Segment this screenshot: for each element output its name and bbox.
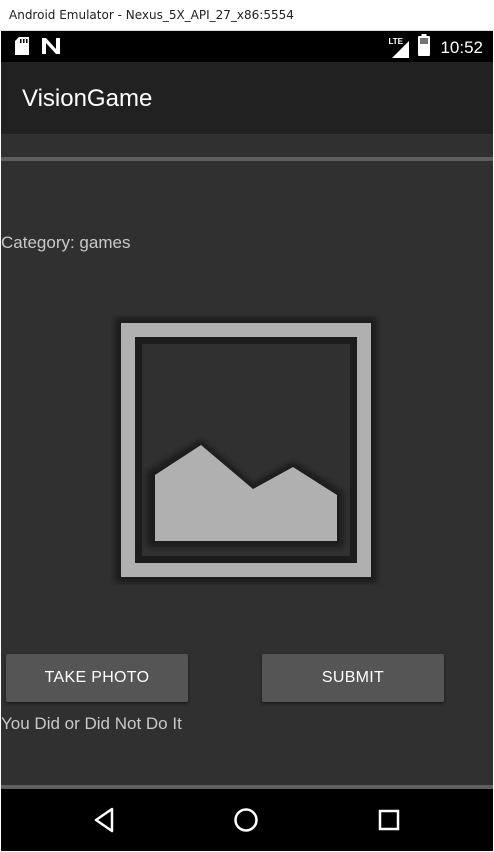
navigation-bar — [1, 789, 493, 851]
category-label: Category: games — [1, 233, 131, 252]
sd-card-icon — [15, 37, 29, 60]
back-icon[interactable] — [87, 803, 121, 837]
recents-icon[interactable] — [372, 803, 406, 837]
lte-signal-icon: LTE — [388, 37, 410, 59]
take-photo-button[interactable]: TAKE PHOTO — [6, 654, 188, 702]
window-titlebar: Android Emulator - Nexus_5X_API_27_x86:5… — [0, 0, 494, 31]
app-bar: VisionGame — [1, 62, 493, 134]
phone-screen: LTE 10:52 VisionGame Category: games TAK… — [1, 31, 493, 851]
app-title: VisionGame — [22, 85, 153, 112]
main-content: Category: games TAKE PHOTO SUBMIT You Di… — [1, 134, 493, 789]
window-title: Android Emulator - Nexus_5X_API_27_x86:5… — [9, 8, 294, 22]
status-bar: LTE 10:52 — [1, 31, 493, 62]
submit-button[interactable]: SUBMIT — [262, 654, 444, 702]
battery-icon — [418, 34, 431, 61]
top-divider — [1, 157, 493, 161]
image-placeholder-icon — [111, 315, 383, 585]
result-label: You Did or Did Not Do It — [1, 714, 182, 733]
home-icon[interactable] — [229, 803, 263, 837]
status-time: 10:52 — [440, 37, 483, 57]
notification-n-icon — [41, 37, 61, 60]
